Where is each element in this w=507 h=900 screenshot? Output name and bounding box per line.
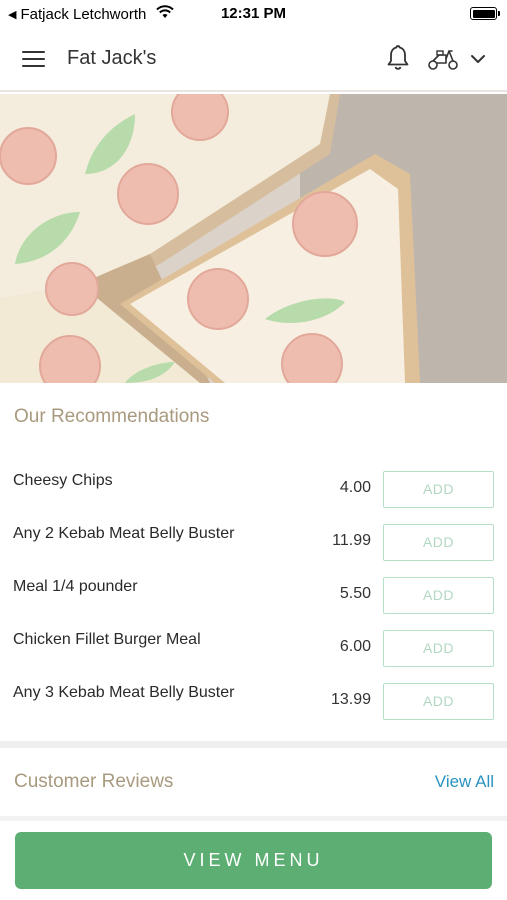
item-price: 4.00 <box>339 479 371 496</box>
item-name: Chicken Fillet Burger Meal <box>13 631 201 648</box>
view-all-reviews-link[interactable]: View All <box>435 772 494 792</box>
battery-icon <box>470 7 500 20</box>
reviews-heading: Customer Reviews <box>14 771 174 792</box>
item-price: 6.00 <box>339 638 371 655</box>
add-button[interactable]: ADD <box>383 524 494 561</box>
list-item: Cheesy Chips 4.00 ADD <box>0 462 507 515</box>
list-item: Meal 1/4 pounder 5.50 ADD <box>0 568 507 621</box>
view-menu-button[interactable]: VIEW MENU <box>15 832 492 889</box>
add-button[interactable]: ADD <box>383 471 494 508</box>
page-title: Fat Jack's <box>67 47 157 69</box>
list-item: Any 3 Kebab Meat Belly Buster 13.99 ADD <box>0 674 507 727</box>
item-name: Any 3 Kebab Meat Belly Buster <box>13 684 235 701</box>
add-button[interactable]: ADD <box>383 683 494 720</box>
item-name: Cheesy Chips <box>13 472 113 489</box>
menu-icon[interactable] <box>22 51 45 68</box>
hero-pizza-image <box>0 94 507 383</box>
item-price: 13.99 <box>330 691 371 708</box>
bell-icon[interactable] <box>385 44 411 72</box>
add-button[interactable]: ADD <box>383 630 494 667</box>
list-item: Chicken Fillet Burger Meal 6.00 ADD <box>0 621 507 674</box>
recommendations-list: Cheesy Chips 4.00 ADD Any 2 Kebab Meat B… <box>0 462 507 727</box>
delivery-scooter-icon[interactable] <box>427 47 459 71</box>
item-name: Any 2 Kebab Meat Belly Buster <box>13 525 235 542</box>
add-button[interactable]: ADD <box>383 577 494 614</box>
section-divider <box>0 816 507 821</box>
list-item: Any 2 Kebab Meat Belly Buster 11.99 ADD <box>0 515 507 568</box>
status-time: 12:31 PM <box>220 5 287 22</box>
item-price: 11.99 <box>332 532 371 549</box>
item-price: 5.50 <box>339 585 371 602</box>
status-bar: ◀ Fatjack Letchworth 12:31 PM <box>0 0 507 28</box>
app-header: Fat Jack's <box>0 28 507 92</box>
section-divider <box>0 741 507 748</box>
recommendations-heading: Our Recommendations <box>14 406 210 427</box>
chevron-down-icon[interactable] <box>470 52 486 64</box>
item-name: Meal 1/4 pounder <box>13 578 138 595</box>
